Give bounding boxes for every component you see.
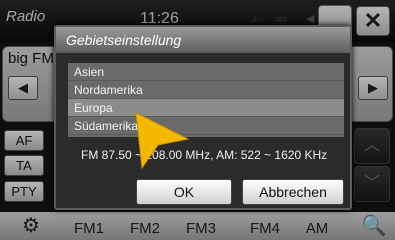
pointer-arrow-icon <box>135 112 190 170</box>
